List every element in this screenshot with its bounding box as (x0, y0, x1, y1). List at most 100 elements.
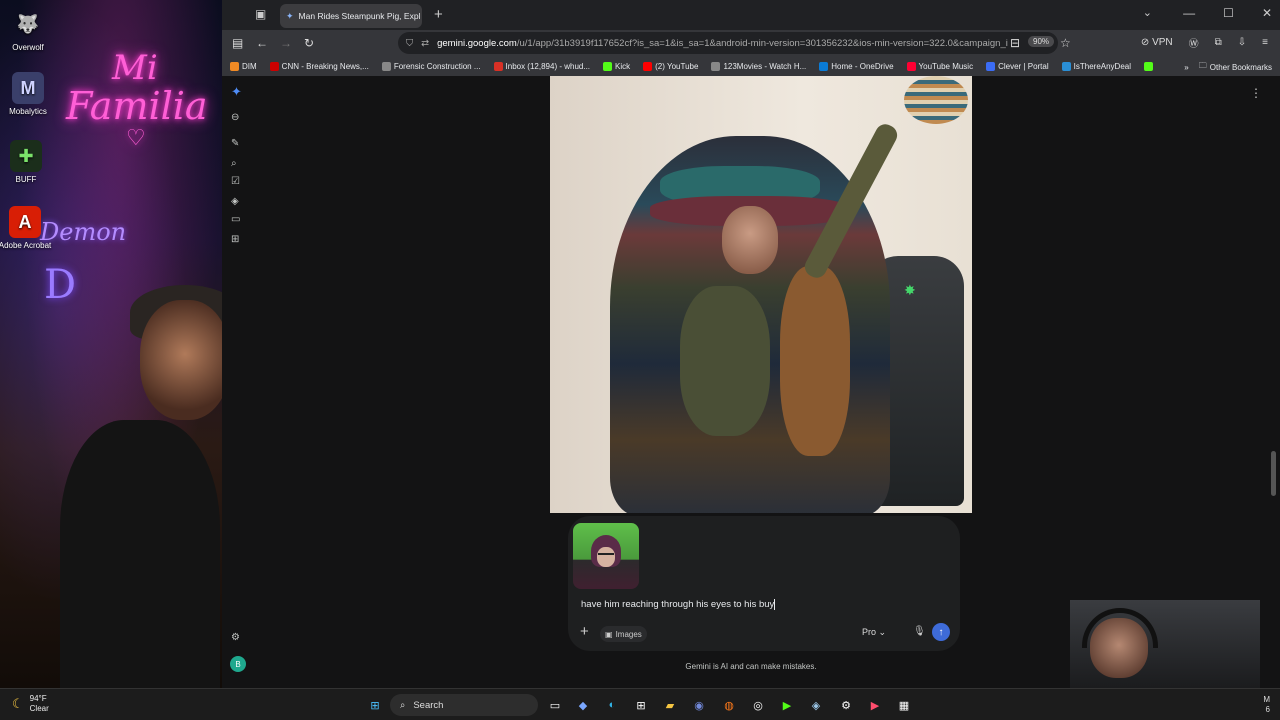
add-attachment-icon[interactable]: + (580, 624, 589, 639)
gems-icon[interactable]: ◈ (231, 196, 239, 207)
images-tool-chip[interactable]: ▣ Images (600, 626, 647, 642)
task-view-icon[interactable]: ▭ (546, 696, 564, 714)
neon-sign-line1: Mi (112, 48, 158, 88)
prompt-box: have him reaching through his eyes to hi… (568, 516, 960, 651)
maximize-icon[interactable]: ☐ (1223, 6, 1234, 20)
arrow-up-icon: ↑ (938, 626, 944, 638)
neon-sign-line2: Familia (66, 84, 208, 128)
more-options-icon[interactable]: ⋮ (1250, 86, 1262, 100)
close-window-icon[interactable]: ✕ (1262, 6, 1272, 20)
extensions-icon[interactable]: ⧉ (1215, 37, 1222, 48)
attached-image-thumbnail[interactable] (573, 523, 639, 589)
bookmark-item[interactable]: 123Movies - Watch H... (711, 61, 806, 71)
steam-icon[interactable]: ◈ (807, 696, 825, 714)
search-icon: ⌕ (400, 699, 406, 711)
discord-icon[interactable]: ◉ (690, 696, 708, 714)
weather-condition: Clear (29, 704, 49, 713)
new-chat-icon[interactable]: ✎ (231, 138, 239, 149)
bookmark-item[interactable]: IsThereAnyDeal (1061, 61, 1131, 71)
checklist-icon[interactable]: ☑ (231, 176, 240, 187)
coat-layer (680, 286, 770, 436)
bookmark-favicon-icon (643, 61, 653, 71)
reload-icon[interactable]: ↻ (304, 36, 314, 50)
overwolf-icon: 🐺 (16, 13, 40, 34)
chevron-double-right-icon[interactable]: » (1184, 63, 1188, 72)
bookmark-label: Home - OneDrive (831, 61, 894, 71)
edge-icon[interactable]: ◐ (603, 696, 621, 714)
bookmark-label: IsThereAnyDeal (1073, 61, 1131, 71)
vpn-button[interactable]: ⊘ VPN (1141, 37, 1173, 48)
image-icon: ▣ (605, 629, 613, 639)
menu-icon[interactable]: ≡ (1262, 37, 1268, 48)
gemini-page: ✦ ⊖ ✎ ⌕ ☑ ◈ ▭ ⊞ ⚙ B ⋮ ✸ have him reachin… (222, 76, 1280, 688)
address-bar[interactable]: ⛉ ⇄ gemini.google.com/u/1/app/31b3919f11… (398, 32, 1058, 54)
microphone-icon[interactable]: 🎙 (913, 626, 926, 637)
store-icon[interactable]: ⊞ (632, 696, 650, 714)
wallet-icon[interactable]: Ⓦ (1189, 35, 1199, 50)
other-bookmarks-folder[interactable]: 🗀 Other Bookmarks (1199, 60, 1272, 74)
bookmark-star-icon[interactable]: ☆ (1060, 36, 1071, 50)
bookmark-favicon-icon (986, 61, 996, 71)
copilot-icon[interactable]: ◆ (574, 696, 592, 714)
library-icon[interactable]: ▭ (231, 214, 240, 225)
bookmark-item[interactable]: CNN - Breaking News,... (269, 61, 369, 71)
media-player-icon[interactable]: ▶ (866, 696, 884, 714)
taskbar-search-label: Search (413, 699, 444, 711)
sidebar-toggle-icon[interactable]: ▤ (232, 36, 243, 50)
apps-icon[interactable]: ⊞ (231, 234, 239, 245)
file-explorer-icon[interactable]: ▰ (661, 696, 679, 714)
app-icon[interactable]: ▦ (895, 696, 913, 714)
generated-image[interactable]: ✸ (550, 76, 972, 513)
install-app-icon[interactable]: ⊟ (1010, 36, 1020, 50)
settings-gear-icon[interactable]: ⚙ (231, 632, 240, 643)
tab-title: Man Rides Steampunk Pig, Expl (298, 11, 421, 21)
download-icon[interactable]: ⇩ (1238, 37, 1246, 48)
neon-d: D (44, 262, 77, 308)
system-tray[interactable]: M6 (1263, 695, 1270, 715)
bookmark-item[interactable]: YouTube Music (906, 61, 973, 71)
bookmark-item[interactable]: (2) YouTube (643, 61, 698, 71)
tab-list-chevron-icon[interactable]: ⌄ (1143, 6, 1152, 19)
forward-icon[interactable]: → (280, 36, 292, 50)
kick-icon[interactable]: ▶ (778, 696, 796, 714)
bookmark-item[interactable]: Inbox (12,894) - whud... (493, 61, 590, 71)
desktop-icon-buff[interactable]: ✚ BUFF (0, 140, 54, 184)
gemini-logo-icon[interactable]: ✦ (231, 84, 242, 100)
taskbar: ☾ 94°F Clear ⊞ ⌕ Search ▭ ◆ ◐ ⊞ ▰ ◉ ◍ ◎ ▶ … (0, 688, 1280, 720)
bookmark-item[interactable]: Home - OneDrive (819, 61, 894, 71)
tab-search-icon[interactable]: ▣ (255, 7, 266, 21)
send-button[interactable]: ↑ (932, 623, 950, 641)
bookmark-item[interactable]: Forensic Construction ... (381, 61, 481, 71)
knit-hat (904, 76, 968, 124)
taskbar-search[interactable]: ⌕ Search (390, 694, 538, 716)
model-selector[interactable]: Pro ⌄ (862, 627, 886, 638)
weather-widget[interactable]: ☾ 94°F Clear (12, 694, 49, 714)
desktop-icon-overwolf[interactable]: 🐺 Overwolf (0, 8, 56, 53)
moon-icon: ☾ (12, 696, 24, 711)
new-tab-icon[interactable]: + (434, 6, 443, 23)
zoom-badge[interactable]: 90% (1028, 36, 1055, 47)
start-icon[interactable]: ⊞ (366, 696, 384, 714)
bookmark-favicon-icon (603, 61, 613, 71)
desktop-icon-mobalytics[interactable]: M Mobalytics (0, 72, 56, 116)
bookmark-favicon-icon (1061, 61, 1071, 71)
bookmark-favicon-icon (269, 61, 279, 71)
bookmark-item[interactable]: Kick (603, 61, 630, 71)
scrollbar-thumb[interactable] (1271, 451, 1276, 496)
kick-bookmark-icon[interactable] (1144, 61, 1153, 71)
minimize-icon[interactable]: — (1183, 6, 1195, 20)
bookmark-item[interactable]: Clever | Portal (986, 61, 1049, 71)
search-icon[interactable]: ⌕ (231, 158, 237, 169)
firefox-icon[interactable]: ◍ (720, 696, 738, 714)
active-tab[interactable]: ✦ Man Rides Steampunk Pig, Expl ✕ (280, 4, 422, 28)
settings-icon[interactable]: ⚙ (837, 696, 855, 714)
shield-icon[interactable]: ⛉ (406, 38, 413, 49)
back-icon[interactable]: ← (256, 36, 268, 50)
prompt-input[interactable]: have him reaching through his eyes to hi… (581, 599, 776, 610)
toggle-icon[interactable]: ⊖ (231, 112, 239, 123)
obs-icon[interactable]: ◎ (749, 696, 767, 714)
bookmark-item[interactable]: DIM (230, 61, 257, 71)
site-settings-icon[interactable]: ⇄ (421, 38, 429, 49)
text-caret (774, 599, 776, 610)
desktop-icon-adobe-acrobat[interactable]: A Adobe Acrobat (0, 206, 53, 250)
